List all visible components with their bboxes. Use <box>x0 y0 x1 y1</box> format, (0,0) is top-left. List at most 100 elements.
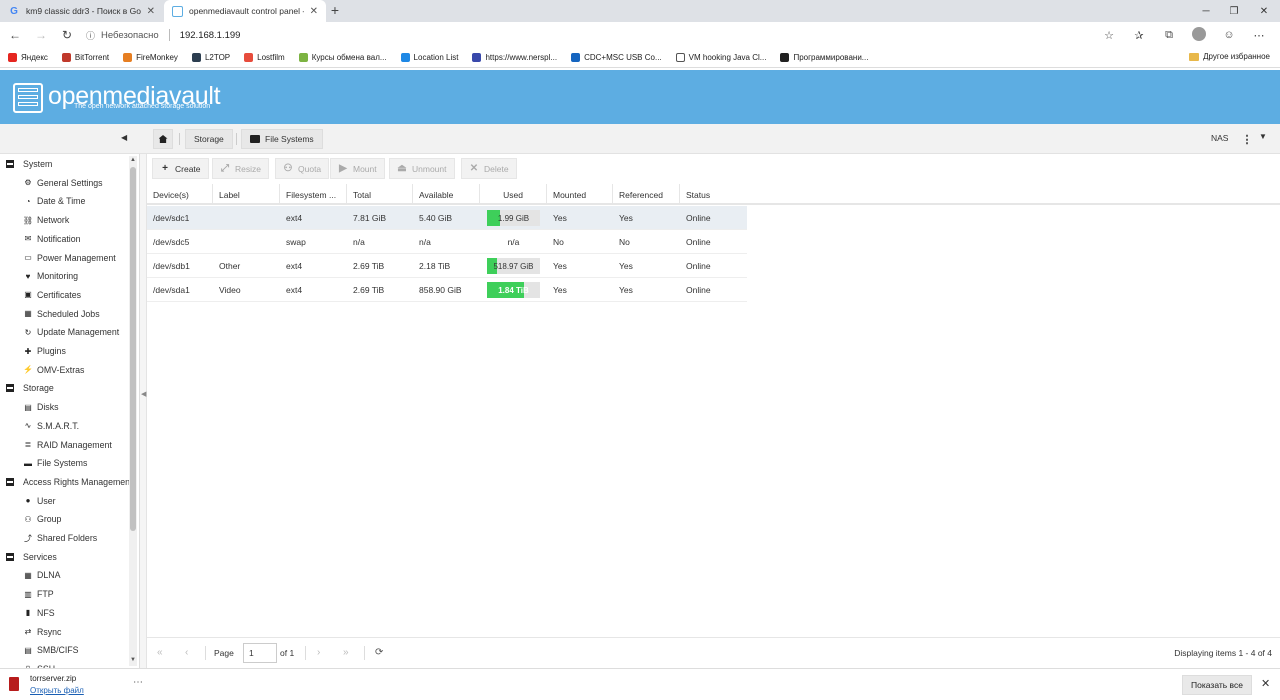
column-header[interactable]: Label <box>213 184 280 205</box>
tab-omv-control-panel[interactable]: openmediavault control panel - NAS ✕ <box>164 0 326 22</box>
sidebar-item-raid-management[interactable]: ≣ RAID Management <box>0 436 112 454</box>
column-header[interactable]: Mounted <box>547 184 613 205</box>
tab-google-search[interactable]: G km9 classic ddr3 - Поиск в Google ✕ <box>0 0 163 22</box>
sidebar-item-shared-folders[interactable]: ⤴ Shared Folders <box>0 529 97 547</box>
new-tab-button[interactable]: + <box>328 2 342 18</box>
unmount-button[interactable]: ⏏ Unmount <box>389 158 455 179</box>
chevron-down-icon[interactable]: ▼ <box>1259 132 1267 141</box>
url-field[interactable]: ⓘ Небезопасно 192.168.1.199 <box>86 25 1094 45</box>
sidebar-item-ftp[interactable]: ▥ FTP <box>0 585 53 603</box>
sidebar-item-nfs[interactable]: ▮ NFS <box>0 604 55 622</box>
sidebar-item-s-m-a-r-t[interactable]: ∿ S.M.A.R.T. <box>0 417 79 435</box>
sidebar-group-access-rights-management[interactable]: Access Rights Management <box>0 473 133 491</box>
breadcrumb-file-systems[interactable]: File Systems <box>241 129 323 149</box>
back-button[interactable]: ← <box>4 24 26 46</box>
collapse-group-icon[interactable] <box>6 160 14 168</box>
forward-button[interactable]: → <box>30 24 52 46</box>
column-header[interactable]: Available <box>413 184 480 205</box>
sidebar-item-omv-extras[interactable]: ⚡ OMV-Extras <box>0 361 84 379</box>
more-menu-icon[interactable]: ⋯ <box>1244 29 1274 42</box>
column-header[interactable]: Used <box>480 184 547 205</box>
column-header[interactable]: Total <box>347 184 413 205</box>
sidebar-item-plugins[interactable]: ✚ Plugins <box>0 342 66 360</box>
download-filename[interactable]: torrserver.zip <box>30 674 76 683</box>
close-download-bar-icon[interactable]: ✕ <box>1261 677 1270 690</box>
sidebar-item-group[interactable]: ⚇ Group <box>0 510 61 528</box>
bookmark-item[interactable]: Lostfilm <box>244 53 285 62</box>
sidebar-group-storage[interactable]: Storage <box>0 379 54 397</box>
minimize-button[interactable]: ─ <box>1192 0 1220 22</box>
mount-button[interactable]: ▶ Mount <box>330 158 385 179</box>
bookmark-item[interactable]: https://www.nerspl... <box>472 53 557 62</box>
page-number-input[interactable]: 1 <box>243 643 277 663</box>
column-header[interactable]: Referenced <box>613 184 680 205</box>
bookmark-item[interactable]: FireMonkey <box>123 53 178 62</box>
table-row[interactable]: /dev/sdc1 ext4 7.81 GiB 5.40 GiB 1.99 GiB Yes… <box>147 206 747 230</box>
other-bookmarks-folder[interactable]: Другое избранное <box>1189 52 1270 61</box>
collections-icon[interactable]: ⧉ <box>1154 29 1184 42</box>
reload-button[interactable]: ↻ <box>56 24 78 46</box>
sidebar-group-system[interactable]: System <box>0 155 52 173</box>
profile-avatar[interactable] <box>1184 26 1214 44</box>
delete-button[interactable]: ✕ Delete <box>461 158 517 179</box>
scroll-down-icon[interactable]: ▼ <box>130 657 136 663</box>
column-header[interactable]: Filesystem ... <box>280 184 347 205</box>
bookmark-item[interactable]: Location List <box>400 53 458 62</box>
favorites-icon[interactable]: ✰ <box>1124 29 1154 42</box>
sidebar-item-power-management[interactable]: ▭ Power Management <box>0 249 116 267</box>
prev-page-icon[interactable]: ‹ <box>185 647 188 658</box>
last-page-icon[interactable]: » <box>343 647 349 658</box>
download-more-icon[interactable]: ⋯ <box>133 677 144 688</box>
quota-button[interactable]: ⚇ Quota <box>275 158 330 179</box>
sidebar-scroll-thumb[interactable] <box>130 167 136 531</box>
table-row[interactable]: /dev/sdc5 swap n/a n/a n/a No No Online <box>147 230 747 254</box>
sidebar-item-certificates[interactable]: ▣ Certificates <box>0 286 81 304</box>
restore-button[interactable]: ❐ <box>1220 0 1248 22</box>
sidebar-item-disks[interactable]: ▤ Disks <box>0 398 58 416</box>
bookmark-item[interactable]: Курсы обмена вал... <box>298 53 387 62</box>
first-page-icon[interactable]: « <box>157 647 163 658</box>
sidebar-item-smb-cifs[interactable]: ▤ SMB/CIFS <box>0 641 78 659</box>
sidebar-item-ssh[interactable]: ▯SSH <box>0 660 55 668</box>
breadcrumb-storage[interactable]: Storage <box>185 129 233 149</box>
sidebar-splitter[interactable]: ◀ <box>140 154 147 668</box>
sidebar-item-user[interactable]: ● User <box>0 492 56 510</box>
sidebar-item-rsync[interactable]: ⇄ Rsync <box>0 623 62 641</box>
bookmark-item[interactable]: VM hooking Java Cl... <box>675 53 766 62</box>
collapse-group-icon[interactable] <box>6 552 14 561</box>
feedback-icon[interactable]: ☺ <box>1214 29 1244 41</box>
sidebar-item-date-time[interactable]: ◔ Date & Time <box>0 192 86 210</box>
favorite-star-icon[interactable]: ☆ <box>1094 29 1124 42</box>
column-header[interactable]: Device(s) <box>147 184 213 205</box>
refresh-icon[interactable]: ⟳ <box>375 647 383 658</box>
bookmark-item[interactable]: Программировани... <box>780 53 868 62</box>
sidebar-item-scheduled-jobs[interactable]: ▦ Scheduled Jobs <box>0 305 99 323</box>
sidebar-item-update-management[interactable]: ↻ Update Management <box>0 323 120 341</box>
show-all-downloads-button[interactable]: Показать все <box>1182 675 1252 695</box>
kebab-menu-icon[interactable]: ⋮ <box>1238 129 1256 149</box>
collapse-group-icon[interactable] <box>6 384 14 393</box>
sidebar-item-general-settings[interactable]: ⚙ General Settings <box>0 174 102 192</box>
open-file-link[interactable]: Открыть файл <box>30 686 84 695</box>
resize-button[interactable]: ⤢ Resize <box>212 158 269 179</box>
table-row[interactable]: /dev/sdb1 Other ext4 2.69 TiB 2.18 TiB 518.97… <box>147 254 747 278</box>
bookmark-item[interactable]: CDC+MSC USB Co... <box>571 53 662 62</box>
close-tab-icon[interactable]: ✕ <box>310 6 318 17</box>
sidebar-item-network[interactable]: ⛓ Network <box>0 211 69 229</box>
sidebar-item-file-systems[interactable]: ▬ File Systems <box>0 454 87 472</box>
next-page-icon[interactable]: › <box>317 647 320 658</box>
create-button[interactable]: + Create <box>152 158 209 179</box>
collapse-sidebar-icon[interactable]: ◀ <box>121 133 127 142</box>
home-button[interactable] <box>153 129 173 149</box>
column-header[interactable]: Status <box>680 184 747 205</box>
sidebar-item-monitoring[interactable]: ♥ Monitoring <box>0 267 78 285</box>
close-tab-icon[interactable]: ✕ <box>147 6 155 17</box>
bookmark-item[interactable]: Яндекс <box>8 53 48 62</box>
bookmark-item[interactable]: L2TOP <box>191 53 230 62</box>
collapse-group-icon[interactable] <box>6 477 14 486</box>
sidebar-group-services[interactable]: Services <box>0 548 57 566</box>
sidebar-item-dlna[interactable]: ▦ DLNA <box>0 566 60 584</box>
sidebar-item-notification[interactable]: ✉ Notification <box>0 230 81 248</box>
bookmark-item[interactable]: BitTorrent <box>61 53 109 62</box>
table-row[interactable]: /dev/sda1 Video ext4 2.69 TiB 858.90 GiB 1.84… <box>147 278 747 302</box>
